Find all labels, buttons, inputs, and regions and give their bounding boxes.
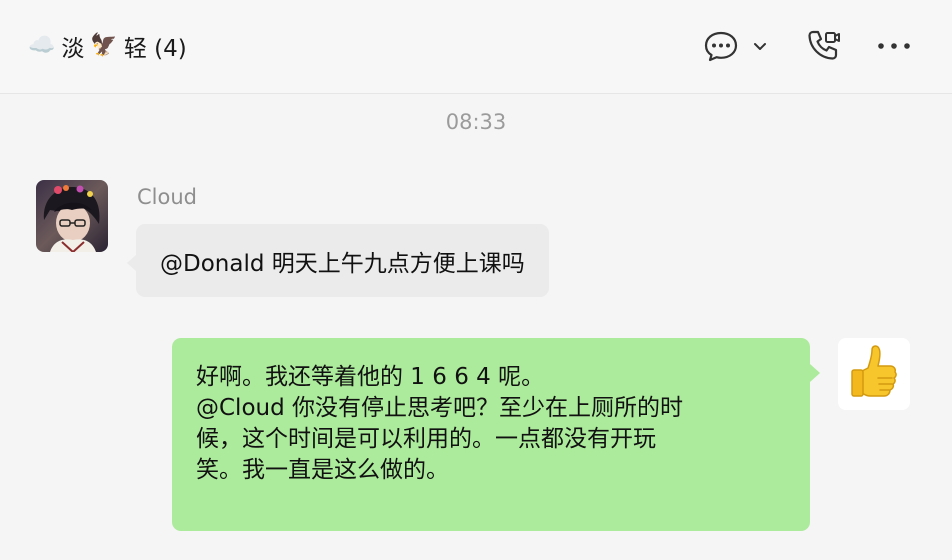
outgoing-message-bubble[interactable]: 好啊。我还等着他的 1 6 6 4 呢。 @Cloud 你没有停止思考吧？至少在… [172,338,820,531]
message-line: @Cloud 你没有停止思考吧？至少在上厕所的时 [196,395,684,421]
message-line: 笑。我一直是这么做的。 [196,457,449,483]
title-text-part1: 淡 [61,36,85,62]
phone-video-icon [808,30,840,60]
cloud-emoji: ☁️ [28,33,56,58]
message-text: @Donald 明天上午九点方便上课吗 [160,250,525,277]
chevron-down-icon [754,43,766,50]
title-text-part2: 轻 (4) [123,36,187,62]
message-line: 候，这个时间是可以利用的。一点都没有开玩 [196,426,656,452]
chat-bubble-icon [704,31,766,62]
thumbs-up-icon [838,338,910,410]
chat-title[interactable]: ☁️ 淡 🦅 轻 (4) [28,28,187,64]
chat-header: ☁️ 淡 🦅 轻 (4) [0,0,952,94]
user-avatar-icon [36,180,108,252]
avatar[interactable] [36,180,108,252]
message-timestamp: 08:33 [445,110,507,134]
chat-menu-button[interactable] [703,28,773,64]
my-avatar[interactable] [838,338,910,410]
call-button[interactable] [803,28,843,64]
more-icon [878,43,910,49]
incoming-message-bubble[interactable]: @Donald 明天上午九点方便上课吗 [127,224,549,297]
sender-name: Cloud [137,185,197,209]
message-line: 好啊。我还等着他的 1 6 6 4 呢。 [196,364,545,390]
eagle-emoji: 🦅 [90,33,118,58]
more-button[interactable] [872,28,916,64]
